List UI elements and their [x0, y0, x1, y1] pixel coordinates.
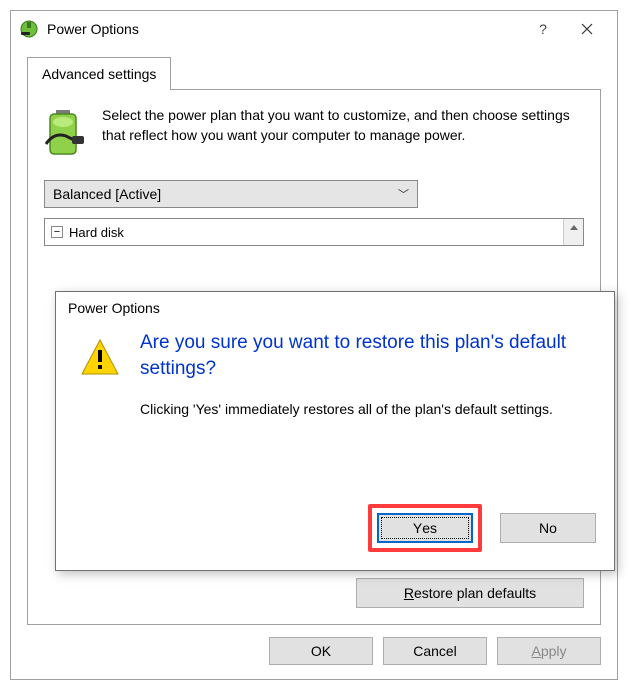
no-button[interactable]: No — [500, 513, 596, 543]
confirm-dialog-title: Power Options — [56, 292, 614, 324]
battery-icon — [44, 106, 88, 162]
window-title: Power Options — [47, 21, 139, 37]
intro-row: Select the power plan that you want to c… — [44, 106, 584, 162]
power-options-window: Power Options ? Advanced settings Sele — [10, 10, 618, 680]
help-button[interactable]: ? — [521, 14, 565, 44]
power-options-icon — [19, 19, 39, 39]
tree-collapse-icon[interactable]: − — [51, 226, 63, 238]
plan-dropdown[interactable]: Balanced [Active] ﹀ — [44, 180, 418, 208]
confirm-buttons: Yes No — [368, 504, 596, 552]
apply-button: Apply — [497, 637, 601, 665]
confirm-heading: Are you sure you want to restore this pl… — [140, 330, 592, 381]
yes-highlight: Yes — [368, 504, 482, 552]
intro-text: Select the power plan that you want to c… — [102, 106, 584, 162]
confirm-dialog-body: Are you sure you want to restore this pl… — [56, 324, 614, 426]
plan-selected-label: Balanced [Active] — [53, 186, 161, 202]
settings-tree[interactable]: − Hard disk — [44, 218, 584, 246]
restore-label: Restore plan defaults — [404, 585, 536, 601]
tab-advanced-settings[interactable]: Advanced settings — [27, 57, 171, 90]
confirm-body-text: Clicking 'Yes' immediately restores all … — [140, 399, 592, 419]
yes-button[interactable]: Yes — [377, 513, 473, 543]
restore-plan-defaults-button[interactable]: Restore plan defaults — [356, 578, 584, 608]
ok-button[interactable]: OK — [269, 637, 373, 665]
titlebar: Power Options ? — [11, 11, 617, 47]
cancel-button[interactable]: Cancel — [383, 637, 487, 665]
confirm-dialog: Power Options Are you sure you want to r… — [55, 291, 615, 571]
warning-icon — [78, 336, 122, 380]
close-button[interactable] — [565, 14, 609, 44]
scrollbar-up[interactable] — [563, 219, 583, 245]
tree-item-hard-disk[interactable]: Hard disk — [69, 225, 124, 240]
chevron-down-icon: ﹀ — [398, 186, 409, 202]
dialog-buttons-row: OK Cancel Apply — [269, 637, 601, 665]
